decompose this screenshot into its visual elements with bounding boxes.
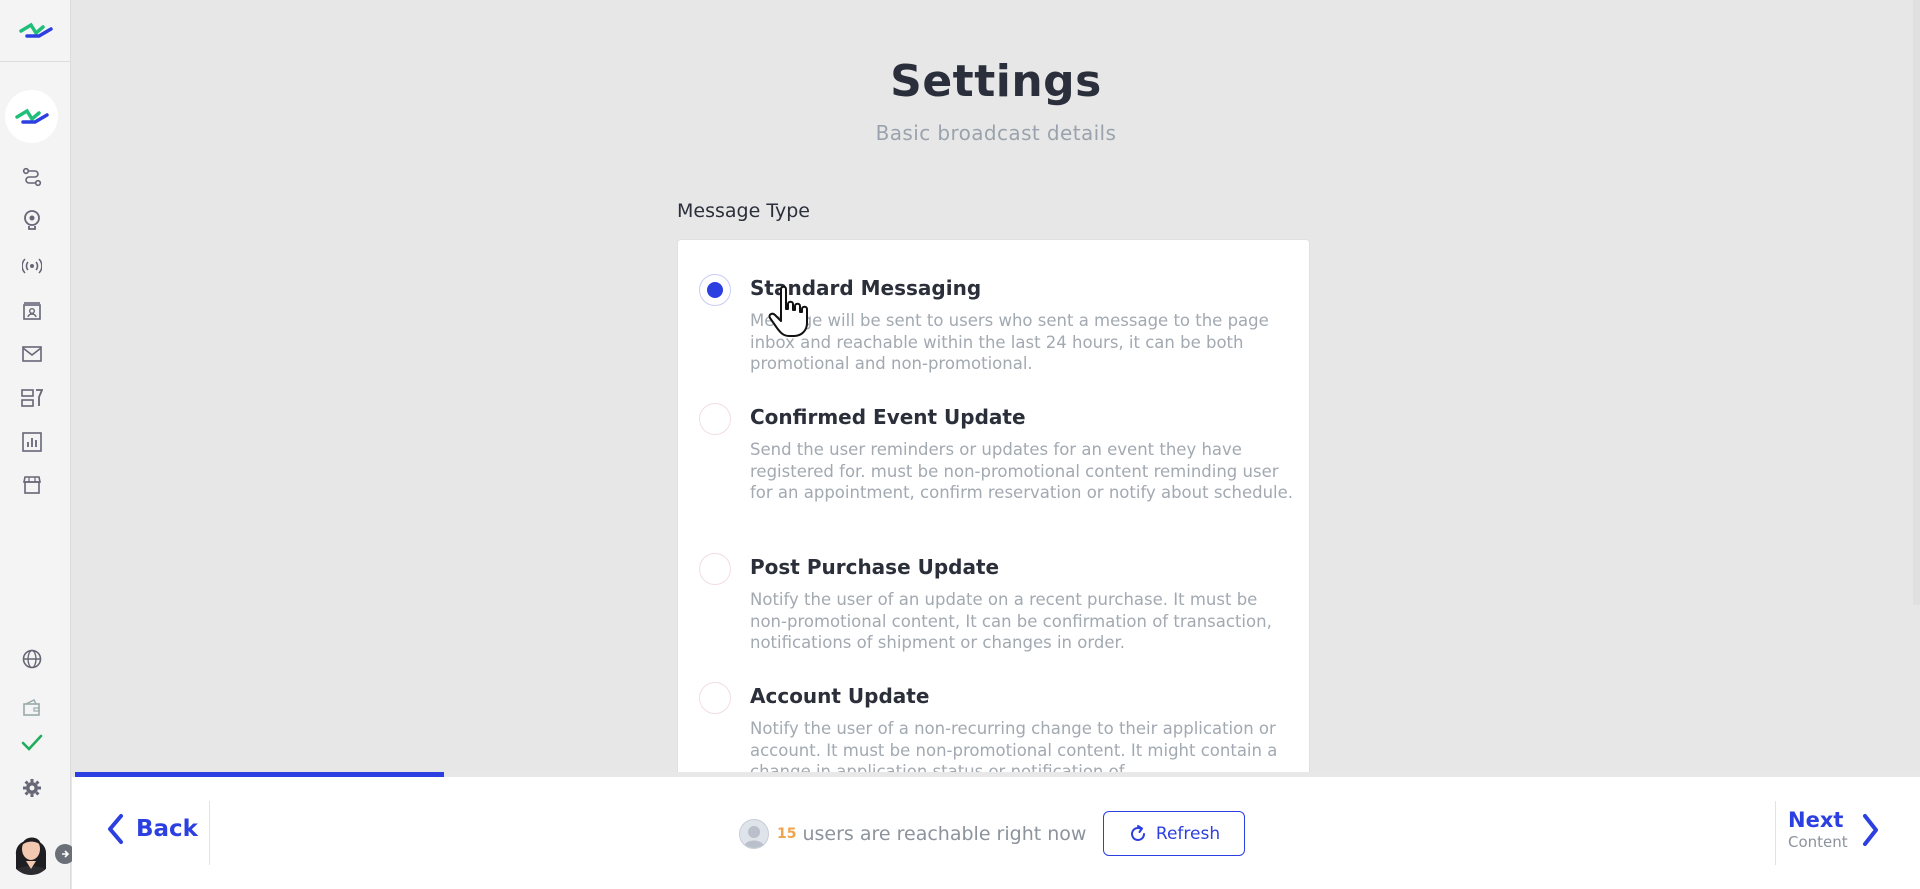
next-label: Next (1788, 808, 1844, 832)
option-title: Post Purchase Update (750, 555, 1000, 579)
option-title: Confirmed Event Update (750, 405, 1026, 429)
next-text: Next Content (1788, 808, 1848, 852)
templates-icon[interactable] (19, 385, 45, 411)
footer-bar: Back 15 users are reachable right now Re… (72, 777, 1920, 889)
main-content: Settings Basic broadcast details Message… (72, 0, 1920, 775)
analytics-icon[interactable] (19, 429, 45, 455)
radio-post-purchase-update[interactable] (699, 553, 731, 585)
option-description: Notify the user of a non-recurring chang… (750, 719, 1278, 775)
flow-icon[interactable] (19, 164, 45, 190)
message-type-label: Message Type (677, 200, 810, 222)
broadcast-icon[interactable] (19, 253, 45, 279)
user-avatar-icon (739, 819, 769, 849)
bot-logo-icon (14, 108, 49, 124)
chevron-right-icon (1862, 814, 1878, 846)
bot-avatar[interactable] (5, 90, 58, 143)
back-button[interactable]: Back (106, 813, 198, 845)
contacts-icon[interactable] (19, 298, 45, 324)
message-type-card: Standard Messaging Message will be sent … (677, 239, 1310, 775)
option-title: Account Update (750, 684, 930, 708)
reach-text: users are reachable right now (802, 823, 1087, 845)
mail-icon[interactable] (19, 341, 45, 367)
refresh-label: Refresh (1155, 823, 1221, 844)
sidebar (0, 0, 75, 889)
next-sublabel: Content (1788, 833, 1848, 851)
option-title: Standard Messaging (750, 276, 982, 300)
app-logo[interactable] (0, 0, 71, 62)
radio-confirmed-event-update[interactable] (699, 403, 731, 435)
page-subtitle: Basic broadcast details (875, 121, 1117, 145)
store-icon[interactable] (19, 472, 45, 498)
option-description: Message will be sent to users who sent a… (750, 311, 1269, 373)
next-button[interactable]: Next Content (1788, 808, 1880, 852)
reach-count: 15 (777, 826, 797, 842)
radio-account-update[interactable] (699, 682, 731, 714)
radio-standard-messaging[interactable] (699, 274, 731, 306)
reachable-users: 15 users are reachable right now (739, 819, 1086, 849)
user-avatar[interactable] (8, 825, 54, 875)
refresh-button[interactable]: Refresh (1103, 811, 1245, 856)
page-title: Settings (890, 56, 1102, 107)
back-label: Back (136, 816, 198, 842)
refresh-icon (1130, 824, 1145, 841)
gear-icon[interactable] (19, 775, 45, 801)
globe-icon[interactable] (19, 646, 45, 672)
logo-icon (18, 22, 53, 38)
check-icon[interactable] (19, 730, 45, 756)
bulb-icon[interactable] (19, 207, 45, 233)
divider (1775, 801, 1776, 865)
divider (209, 801, 210, 865)
user-avatar-icon (8, 825, 54, 875)
option-description: Notify the user of an update on a recent… (750, 590, 1272, 652)
option-description: Send the user reminders or updates for a… (750, 440, 1294, 502)
chevron-left-icon (108, 814, 123, 844)
scrollbar[interactable] (1913, 0, 1920, 605)
wallet-icon[interactable] (19, 695, 45, 721)
